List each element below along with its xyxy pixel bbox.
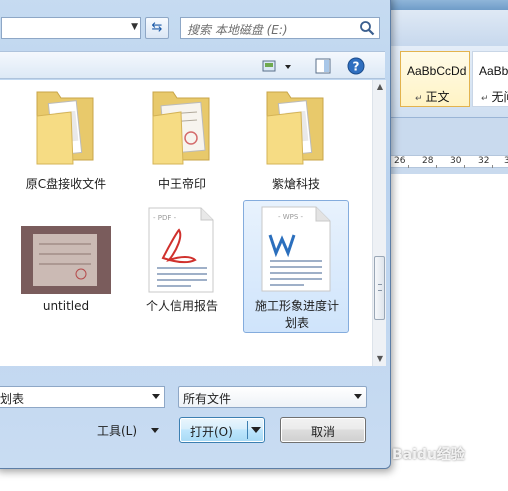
- vertical-scrollbar[interactable]: ▲ ▼: [372, 80, 386, 366]
- image-thumbnail-icon: [21, 226, 111, 294]
- dialog-frame: ▼ ⇆ 搜索 本地磁盘 (E:) ? 原C盘接收文件 中王帝印 紫熗科技 unt…: [0, 0, 390, 468]
- style-name: ↵ 正文: [415, 90, 450, 104]
- preview-pane-icon: [315, 58, 331, 74]
- svg-text:?: ?: [353, 60, 360, 74]
- address-bar[interactable]: ▼: [1, 17, 141, 39]
- open-file-dialog: ▼ ⇆ 搜索 本地磁盘 (E:) ? 原C盘接收文件 中王帝印 紫熗科技 unt…: [0, 0, 391, 469]
- watermark: Baidu经验: [392, 447, 465, 463]
- ruler-number: 28: [422, 156, 434, 166]
- style-sample: AaBbC: [479, 64, 508, 78]
- cancel-button[interactable]: 取消: [280, 417, 366, 443]
- change-view-button[interactable]: [261, 56, 295, 76]
- style-sample: AaBbCcDd: [407, 64, 467, 78]
- file-item[interactable]: untitled: [13, 202, 119, 322]
- scroll-thumb[interactable]: [374, 256, 385, 320]
- search-placeholder: 搜索 本地磁盘 (E:): [187, 23, 288, 37]
- file-item-selected[interactable]: - WPS - 施工形象进度计划表: [243, 200, 349, 333]
- folder-icon: [266, 91, 324, 165]
- folder-icon: [152, 91, 210, 165]
- file-name: 原C盘接收文件: [25, 177, 107, 191]
- grip-icon: [378, 284, 382, 291]
- help-button[interactable]: ?: [345, 56, 367, 76]
- chevron-down-icon[interactable]: [152, 394, 160, 399]
- word-ribbon: AaBbCcDd ↵正文 AaBbC ↵无间: [390, 46, 508, 118]
- ruler-number: 32: [478, 156, 490, 166]
- filename-value: 划表: [0, 392, 25, 406]
- ruler-number: 34: [504, 156, 508, 166]
- file-item[interactable]: 原C盘接收文件: [13, 80, 119, 195]
- paragraph-mark-icon: ↵: [415, 94, 423, 104]
- tools-label: 工具(L): [97, 424, 138, 438]
- file-name: untitled: [42, 299, 90, 313]
- search-icon[interactable]: [359, 20, 375, 36]
- file-item[interactable]: 紫熗科技: [243, 80, 349, 195]
- horizontal-ruler[interactable]: 26 28 30 32 34: [390, 155, 508, 168]
- ruler-number: 26: [394, 156, 406, 166]
- tools-menu-button[interactable]: 工具(L): [89, 419, 167, 441]
- preview-pane-button[interactable]: [313, 56, 333, 76]
- split-divider: [247, 421, 248, 439]
- scroll-up-arrow[interactable]: ▲: [373, 80, 387, 94]
- pdf-file-icon: - PDF -: [148, 207, 214, 293]
- file-item[interactable]: 中王帝印: [129, 80, 235, 195]
- chevron-down-icon: [354, 394, 362, 399]
- scroll-down-arrow[interactable]: ▼: [373, 352, 387, 366]
- file-name: 紫熗科技: [271, 177, 320, 191]
- wps-file-icon: - WPS -: [261, 206, 331, 292]
- refresh-button[interactable]: ⇆: [145, 17, 169, 39]
- filetype-select[interactable]: 所有文件: [178, 386, 367, 408]
- change-view-icon: [262, 60, 291, 72]
- open-label: 打开(O): [190, 425, 233, 439]
- file-name: 施工形象进度计划表: [254, 299, 339, 330]
- svg-text:- WPS -: - WPS -: [278, 213, 304, 221]
- filetype-value: 所有文件: [183, 392, 232, 406]
- folder-icon: [36, 91, 94, 165]
- search-input[interactable]: 搜索 本地磁盘 (E:): [180, 17, 380, 39]
- style-no-spacing[interactable]: AaBbC ↵无间: [472, 51, 508, 107]
- chevron-down-icon[interactable]: ▼: [131, 22, 138, 32]
- ruler-number: 30: [450, 156, 462, 166]
- filename-combobox[interactable]: 划表: [0, 386, 165, 408]
- refresh-icon: ⇆: [151, 20, 163, 35]
- chevron-down-icon: [151, 428, 159, 433]
- svg-text:- PDF -: - PDF -: [153, 214, 177, 222]
- dialog-toolbar: ?: [0, 51, 385, 79]
- file-name: 中王帝印: [157, 177, 206, 191]
- file-item[interactable]: - PDF - 个人信用报告: [129, 202, 235, 322]
- file-list[interactable]: 原C盘接收文件 中王帝印 紫熗科技 untitled - PDF - 个人信用报…: [0, 80, 372, 366]
- style-name: ↵无间: [481, 90, 508, 104]
- page-gap: [390, 168, 508, 174]
- word-titlebar: [390, 0, 508, 10]
- style-normal[interactable]: AaBbCcDd ↵ 正文: [400, 51, 470, 107]
- chevron-down-icon[interactable]: [251, 427, 261, 433]
- word-ribbon-tabs: [390, 10, 508, 46]
- word-window: AaBbCcDd ↵正文 AaBbC ↵无间 26 28 30 32 34: [390, 0, 508, 491]
- open-button[interactable]: 打开(O): [179, 417, 265, 443]
- file-name: 个人信用报告: [145, 299, 218, 313]
- paragraph-mark-icon: ↵: [481, 94, 489, 104]
- help-icon: ?: [347, 57, 365, 75]
- cancel-label: 取消: [310, 425, 335, 439]
- word-ruler-background: [390, 118, 508, 156]
